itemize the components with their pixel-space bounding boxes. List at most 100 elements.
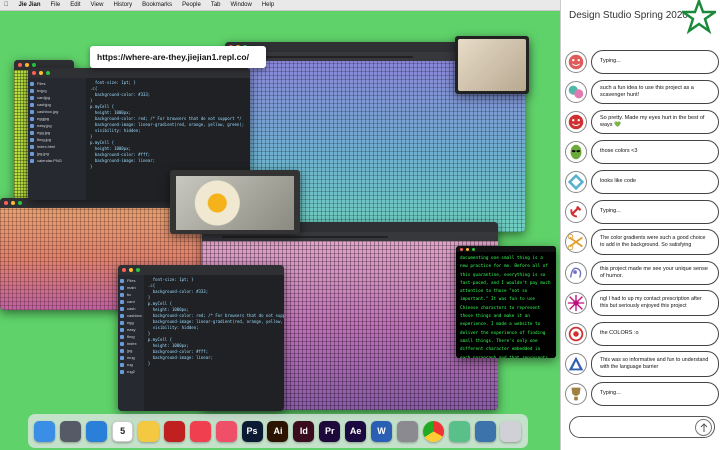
trophy-icon: [565, 382, 587, 405]
list-item[interactable]: rug: [120, 361, 142, 368]
message-bubble: the COLORS :o: [591, 321, 719, 346]
list-item[interactable]: mug: [120, 354, 142, 361]
window-titlebar: [28, 68, 250, 78]
message-item: those colors <3: [565, 136, 719, 167]
message-item: this project made me see your unique sen…: [565, 257, 719, 288]
list-item[interactable]: jpg: [120, 347, 142, 354]
message-item: The color gradients were such a good cho…: [565, 226, 719, 257]
scissors-icon: [565, 230, 587, 253]
alien-icon: [565, 140, 587, 163]
python-icon[interactable]: [474, 420, 496, 442]
list-item[interactable]: rug2: [120, 368, 142, 375]
list-item[interactable]: index: [120, 340, 142, 347]
window-titlebar: [118, 265, 284, 275]
list-item[interactable]: bcjpg: [30, 87, 84, 94]
menu-bar:  Jie Jian File Edit View History Bookma…: [0, 0, 560, 11]
photo-booth-icon[interactable]: [163, 420, 185, 442]
safari-icon[interactable]: [86, 420, 108, 442]
menu-people[interactable]: People: [182, 2, 201, 8]
sketch-icon: [565, 261, 587, 284]
system-preferences-icon[interactable]: [396, 420, 418, 442]
chat-panel: Design Studio Spring 2020 Typing... such …: [560, 0, 720, 450]
egg-photo: [170, 170, 300, 234]
message-item: Typing...: [565, 378, 719, 409]
list-item[interactable]: fkng: [120, 333, 142, 340]
message-bubble: this project made me see your unique sen…: [591, 260, 719, 285]
list-item[interactable]: egg: [120, 319, 142, 326]
message-bubble: This was so informative and fun to under…: [591, 350, 719, 377]
url-popup[interactable]: https://where-are-they.jiejian1.repl.co/: [90, 46, 266, 68]
circle-icon: [565, 322, 587, 345]
calendar-icon[interactable]: 5: [112, 420, 134, 442]
news-icon[interactable]: [189, 420, 211, 442]
list-item[interactable]: card: [120, 298, 142, 305]
finder-icon[interactable]: [34, 420, 56, 442]
message-item: This was so informative and fun to under…: [565, 348, 719, 379]
code-line: }: [147, 361, 151, 366]
list-item[interactable]: main: [120, 284, 142, 291]
message-bubble: Typing...: [591, 199, 719, 224]
list-item[interactable]: index.html: [30, 143, 84, 150]
hammer-icon: [565, 200, 587, 223]
list-item[interactable]: cashbox: [120, 312, 142, 319]
message-bubble: Typing...: [591, 49, 719, 74]
menu-window[interactable]: Window: [231, 2, 252, 8]
premiere-icon[interactable]: Pr: [319, 420, 341, 442]
notes-icon[interactable]: [138, 420, 159, 442]
menu-tab[interactable]: Tab: [211, 2, 221, 8]
message-item: So pretty. Made my eyes hurt in the best…: [565, 106, 719, 137]
message-input[interactable]: [569, 416, 715, 438]
utility-icon[interactable]: [500, 420, 522, 442]
list-item[interactable]: cardjpg: [30, 94, 84, 101]
face-icon: [565, 110, 587, 133]
send-button[interactable]: [695, 419, 712, 436]
list-item[interactable]: bc: [120, 291, 142, 298]
launchpad-icon[interactable]: [60, 420, 82, 442]
menu-file[interactable]: File: [51, 2, 61, 8]
diamond-icon: [565, 170, 587, 193]
photoshop-icon[interactable]: Ps: [241, 420, 263, 442]
list-item[interactable]: Files: [30, 80, 84, 87]
menu-help[interactable]: Help: [262, 2, 274, 8]
code-view[interactable]: font-size: 1pt; } .c{ background-color: #…: [144, 275, 284, 411]
music-icon[interactable]: [215, 420, 237, 442]
face-icon: [565, 50, 587, 73]
list-item[interactable]: egg.jpg: [30, 129, 84, 136]
star-icon: [679, 0, 719, 36]
menu-user[interactable]: Jie Jian: [19, 2, 41, 8]
menu-history[interactable]: History: [113, 2, 132, 8]
message-item: Typing...: [565, 46, 719, 77]
menu-bookmarks[interactable]: Bookmarks: [142, 2, 172, 8]
file-sidebar: Files bcjpg cardjpg cashjpg cashbox.jpg …: [28, 78, 86, 200]
list-item[interactable]: eggjpg: [30, 115, 84, 122]
message-bubble: those colors <3: [591, 139, 719, 164]
indesign-icon[interactable]: Id: [293, 420, 315, 442]
list-item[interactable]: fkng.jpg: [30, 136, 84, 143]
code-editor-window-2[interactable]: Files main bc card cash cashbox egg easy…: [118, 265, 284, 411]
message-item: ngl I had to up my contact prescription …: [565, 287, 719, 318]
after-effects-icon[interactable]: Ae: [345, 420, 367, 442]
word-icon[interactable]: W: [371, 420, 393, 442]
description-text: documenting one small thing is a new pra…: [460, 256, 551, 358]
list-item[interactable]: Files: [120, 277, 142, 284]
bubbles-icon: [565, 80, 587, 103]
apple-icon[interactable]: : [4, 2, 9, 8]
message-item: such a fun idea to use this project as a…: [565, 76, 719, 107]
description-window: documenting one small thing is a new pra…: [456, 246, 556, 358]
panel-header: Design Studio Spring 2020: [561, 0, 720, 40]
hand-photo: [455, 36, 529, 94]
message-bubble: The color gradients were such a good cho…: [591, 228, 719, 255]
list-item[interactable]: cash: [120, 305, 142, 312]
list-item[interactable]: easy: [120, 326, 142, 333]
chrome-icon[interactable]: [422, 420, 444, 442]
illustrator-icon[interactable]: Ai: [267, 420, 289, 442]
list-item[interactable]: calendar.PNG: [30, 157, 84, 164]
list-item[interactable]: cashbox.jpg: [30, 108, 84, 115]
atom-icon[interactable]: [448, 420, 470, 442]
list-item[interactable]: jpg.jpg: [30, 150, 84, 157]
menu-edit[interactable]: Edit: [70, 2, 80, 8]
panel-title: Design Studio Spring 2020: [569, 10, 688, 21]
list-item[interactable]: cashjpg: [30, 101, 84, 108]
list-item[interactable]: easy.jpg: [30, 122, 84, 129]
menu-view[interactable]: View: [91, 2, 104, 8]
